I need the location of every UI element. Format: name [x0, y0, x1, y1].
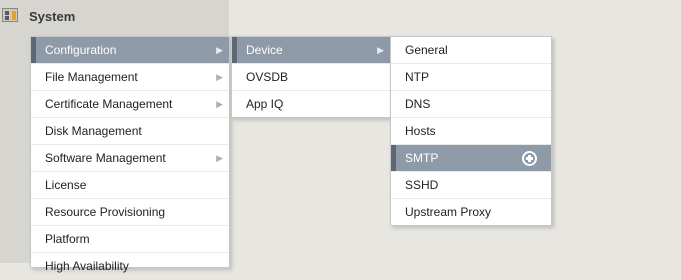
menu-item-label: NTP [405, 70, 429, 84]
menu-item-general[interactable]: General [391, 37, 551, 64]
menu-item-label: SMTP [405, 151, 439, 165]
menu-item-resource-provisioning[interactable]: Resource Provisioning [31, 199, 229, 226]
menu-item-label: Certificate Management [45, 97, 173, 111]
menu-item-file-management[interactable]: File Management ▶ [31, 64, 229, 91]
menu-item-platform[interactable]: Platform [31, 226, 229, 253]
menu-item-label: App IQ [246, 97, 284, 111]
chevron-right-icon: ▶ [377, 45, 384, 55]
menu-item-label: Hosts [405, 124, 436, 138]
menu-item-label: General [405, 43, 448, 57]
menu-item-dns[interactable]: DNS [391, 91, 551, 118]
configuration-submenu: Device ▶ OVSDB App IQ [231, 36, 391, 118]
menu-item-label: High Availability [45, 259, 129, 273]
menu-item-label: Disk Management [45, 124, 142, 138]
menu-item-label: File Management [45, 70, 138, 84]
menu-item-label: DNS [405, 97, 431, 111]
menu-item-label: Upstream Proxy [405, 205, 492, 219]
device-submenu: General NTP DNS Hosts SMTP SSHD Upstream… [390, 36, 552, 226]
menu-item-upstream-proxy[interactable]: Upstream Proxy [391, 199, 551, 226]
menu-item-hosts[interactable]: Hosts [391, 118, 551, 145]
menu-item-device[interactable]: Device ▶ [232, 37, 390, 64]
menu-item-ovsdb[interactable]: OVSDB [232, 64, 390, 91]
menu-item-label: License [45, 178, 87, 192]
menu-item-label: SSHD [405, 178, 439, 192]
menu-item-label: OVSDB [246, 70, 289, 84]
system-icon[interactable] [2, 8, 18, 22]
menu-item-high-availability[interactable]: High Availability [31, 253, 229, 280]
system-menu: Configuration ▶ File Management ▶ Certif… [30, 36, 230, 273]
system-header: System [0, 0, 229, 34]
menu-item-label: Platform [45, 232, 90, 246]
menu-item-software-management[interactable]: Software Management ▶ [31, 145, 229, 172]
chevron-right-icon: ▶ [216, 72, 223, 82]
menu-item-app-iq[interactable]: App IQ [232, 91, 390, 118]
menu-item-certificate-management[interactable]: Certificate Management ▶ [31, 91, 229, 118]
menu-item-configuration[interactable]: Configuration ▶ [31, 37, 229, 64]
menu-item-ntp[interactable]: NTP [391, 64, 551, 91]
chevron-right-icon: ▶ [216, 153, 223, 163]
menu-item-label: Resource Provisioning [45, 205, 166, 219]
chevron-right-icon: ▶ [216, 99, 223, 109]
menu-item-sshd[interactable]: SSHD [391, 172, 551, 199]
menu-item-disk-management[interactable]: Disk Management [31, 118, 229, 145]
system-title[interactable]: System [29, 9, 75, 24]
menu-item-label: Configuration [45, 43, 117, 57]
menu-item-license[interactable]: License [31, 172, 229, 199]
add-circle-icon[interactable] [522, 151, 537, 166]
chevron-right-icon: ▶ [216, 45, 223, 55]
menu-item-label: Device [246, 43, 283, 57]
menu-item-smtp[interactable]: SMTP [391, 145, 551, 172]
menu-item-label: Software Management [45, 151, 166, 165]
